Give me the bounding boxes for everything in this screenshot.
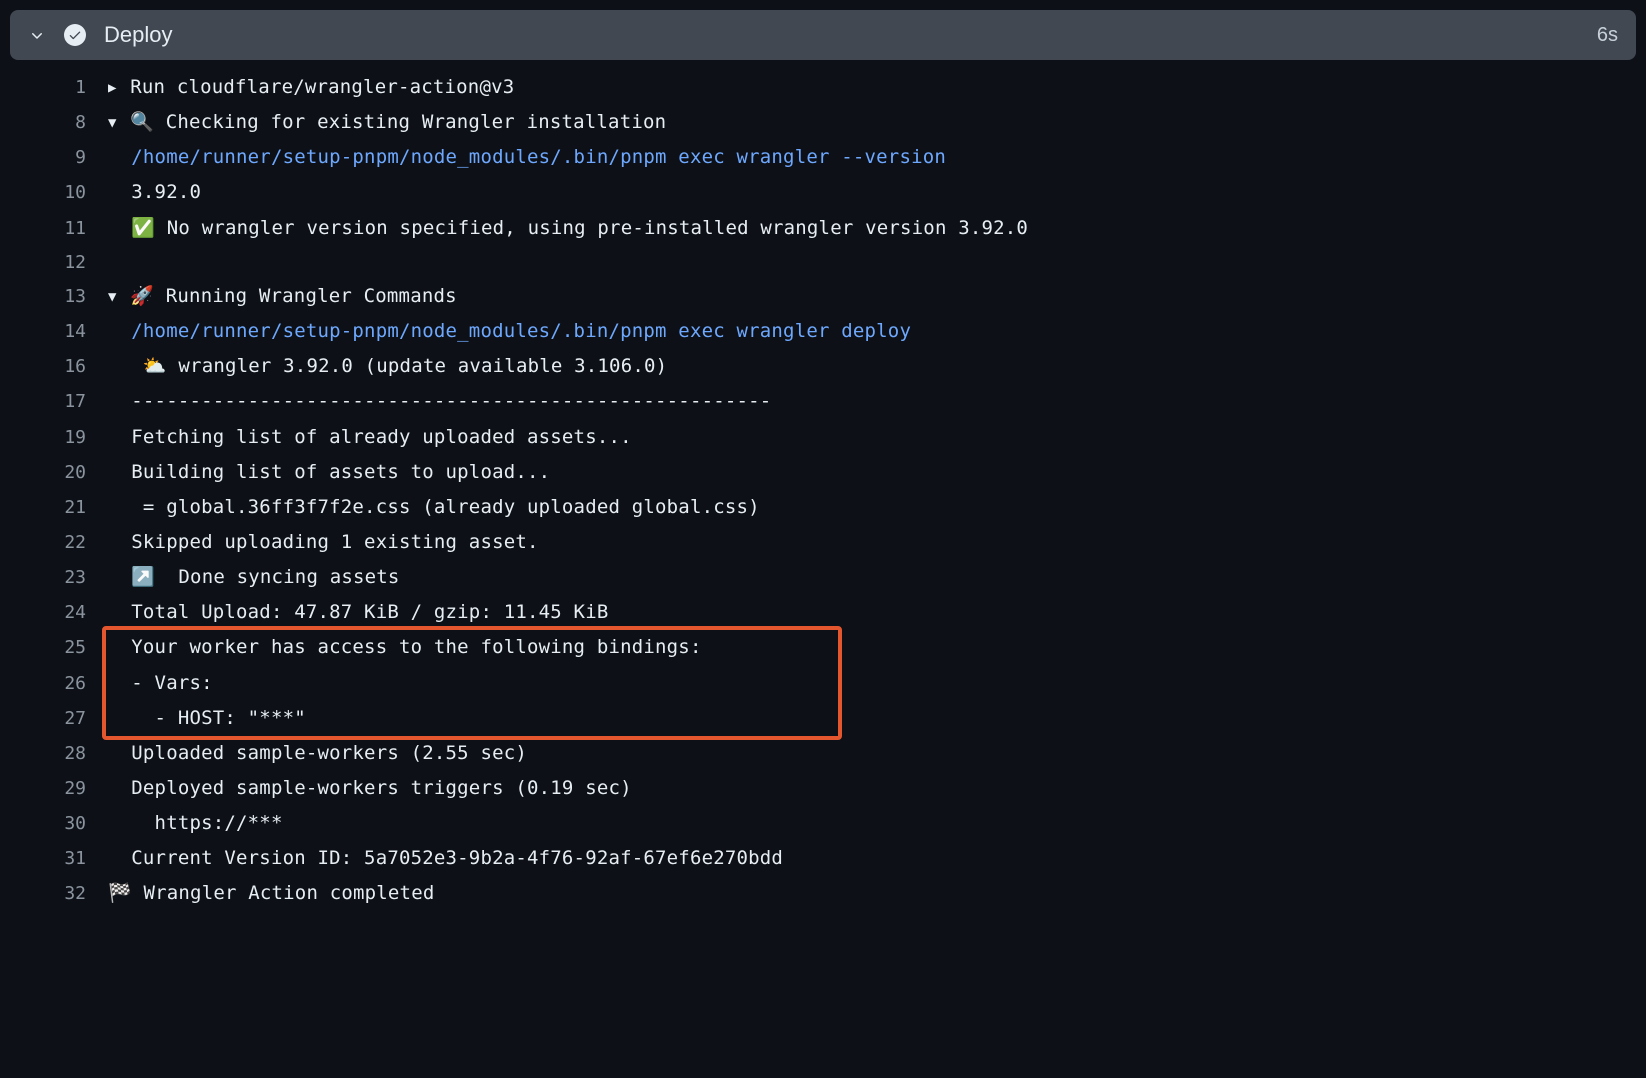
- log-line[interactable]: 23 ↗️ Done syncing assets: [10, 560, 1636, 595]
- log-line[interactable]: 10 3.92.0: [10, 175, 1636, 210]
- log-line[interactable]: 9 /home/runner/setup-pnpm/node_modules/.…: [10, 140, 1636, 175]
- line-content: Total Upload: 47.87 KiB / gzip: 11.45 Ki…: [108, 595, 1636, 630]
- line-number: 9: [10, 141, 108, 174]
- log-line[interactable]: 20 Building list of assets to upload...: [10, 455, 1636, 490]
- line-content: Fetching list of already uploaded assets…: [108, 420, 1636, 455]
- line-content: - Vars:: [108, 666, 1636, 701]
- line-content: Run cloudflare/wrangler-action@v3: [108, 70, 1636, 105]
- log-line[interactable]: 14 /home/runner/setup-pnpm/node_modules/…: [10, 314, 1636, 349]
- line-number: 31: [10, 842, 108, 875]
- log-line[interactable]: 19 Fetching list of already uploaded ass…: [10, 420, 1636, 455]
- fold-open-icon[interactable]: [108, 111, 117, 137]
- line-content: Uploaded sample-workers (2.55 sec): [108, 736, 1636, 771]
- line-content: Deployed sample-workers triggers (0.19 s…: [108, 771, 1636, 806]
- line-number: 13: [10, 280, 108, 313]
- log-line[interactable]: 29 Deployed sample-workers triggers (0.1…: [10, 771, 1636, 806]
- line-content: /home/runner/setup-pnpm/node_modules/.bi…: [108, 314, 1636, 349]
- line-number: 27: [10, 702, 108, 735]
- line-number: 32: [10, 877, 108, 910]
- line-number: 26: [10, 667, 108, 700]
- fold-open-icon[interactable]: [108, 285, 117, 311]
- line-content: Your worker has access to the following …: [108, 630, 1636, 665]
- line-content: = global.36ff3f7f2e.css (already uploade…: [108, 490, 1636, 525]
- line-content: Skipped uploading 1 existing asset.: [108, 525, 1636, 560]
- log-line[interactable]: 22 Skipped uploading 1 existing asset.: [10, 525, 1636, 560]
- line-content: Current Version ID: 5a7052e3-9b2a-4f76-9…: [108, 841, 1636, 876]
- log-line[interactable]: 13 🚀 Running Wrangler Commands: [10, 279, 1636, 314]
- line-content: 🔍 Checking for existing Wrangler install…: [108, 105, 1636, 140]
- line-number: 29: [10, 772, 108, 805]
- line-number: 16: [10, 350, 108, 383]
- line-number: 1: [10, 71, 108, 104]
- log-line[interactable]: 30 https://***: [10, 806, 1636, 841]
- log-line[interactable]: 12: [10, 246, 1636, 279]
- fold-closed-icon[interactable]: [108, 76, 117, 102]
- line-number: 30: [10, 807, 108, 840]
- log-line[interactable]: 26 - Vars:: [10, 666, 1636, 701]
- line-content: 🏁 Wrangler Action completed: [108, 876, 1636, 911]
- log-line[interactable]: 28 Uploaded sample-workers (2.55 sec): [10, 736, 1636, 771]
- log-line[interactable]: 21 = global.36ff3f7f2e.css (already uplo…: [10, 490, 1636, 525]
- log-output: 1 Run cloudflare/wrangler-action@v38 🔍 C…: [10, 70, 1636, 912]
- check-circle-icon: [64, 24, 86, 46]
- line-content: ----------------------------------------…: [108, 384, 1636, 419]
- line-content: ✅ No wrangler version specified, using p…: [108, 211, 1636, 246]
- line-content: 3.92.0: [108, 175, 1636, 210]
- line-number: 19: [10, 421, 108, 454]
- log-line[interactable]: 16 ⛅️ wrangler 3.92.0 (update available …: [10, 349, 1636, 384]
- line-number: 20: [10, 456, 108, 489]
- step-header[interactable]: Deploy 6s: [10, 10, 1636, 60]
- line-content: 🚀 Running Wrangler Commands: [108, 279, 1636, 314]
- log-line[interactable]: 11 ✅ No wrangler version specified, usin…: [10, 211, 1636, 246]
- line-number: 17: [10, 385, 108, 418]
- step-duration: 6s: [1597, 24, 1618, 47]
- log-line[interactable]: 25 Your worker has access to the followi…: [10, 630, 1636, 665]
- line-number: 8: [10, 106, 108, 139]
- line-number: 24: [10, 596, 108, 629]
- log-line[interactable]: 17 -------------------------------------…: [10, 384, 1636, 419]
- line-number: 10: [10, 176, 108, 209]
- line-number: 28: [10, 737, 108, 770]
- log-line[interactable]: 27 - HOST: "***": [10, 701, 1636, 736]
- line-number: 25: [10, 631, 108, 664]
- log-line[interactable]: 24 Total Upload: 47.87 KiB / gzip: 11.45…: [10, 595, 1636, 630]
- line-content: https://***: [108, 806, 1636, 841]
- line-number: 21: [10, 491, 108, 524]
- line-content: Building list of assets to upload...: [108, 455, 1636, 490]
- line-content: - HOST: "***": [108, 701, 1636, 736]
- log-line[interactable]: 8 🔍 Checking for existing Wrangler insta…: [10, 105, 1636, 140]
- line-number: 23: [10, 561, 108, 594]
- step-title: Deploy: [104, 22, 1597, 48]
- line-number: 14: [10, 315, 108, 348]
- line-content: /home/runner/setup-pnpm/node_modules/.bi…: [108, 140, 1636, 175]
- line-number: 22: [10, 526, 108, 559]
- log-line[interactable]: 1 Run cloudflare/wrangler-action@v3: [10, 70, 1636, 105]
- line-number: 12: [10, 246, 108, 279]
- chevron-down-icon[interactable]: [28, 26, 46, 44]
- line-content: ⛅️ wrangler 3.92.0 (update available 3.1…: [108, 349, 1636, 384]
- line-number: 11: [10, 212, 108, 245]
- line-content: ↗️ Done syncing assets: [108, 560, 1636, 595]
- log-line[interactable]: 32🏁 Wrangler Action completed: [10, 876, 1636, 911]
- log-line[interactable]: 31 Current Version ID: 5a7052e3-9b2a-4f7…: [10, 841, 1636, 876]
